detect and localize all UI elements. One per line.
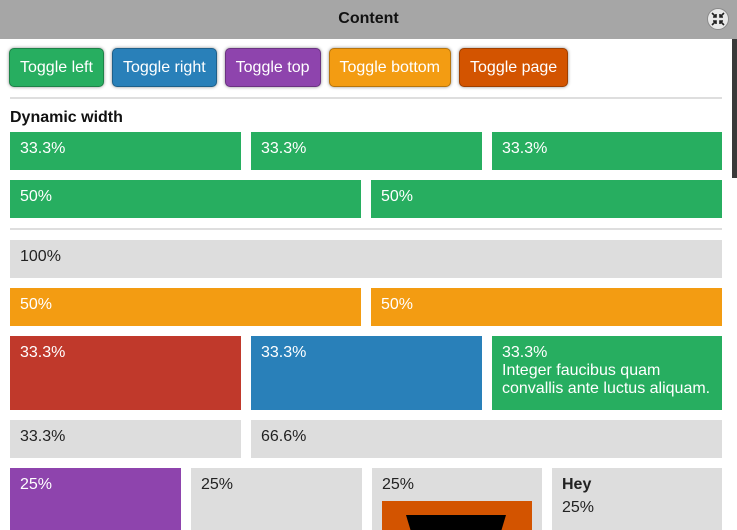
toggle-bottom-button[interactable]: Toggle bottom	[328, 48, 452, 87]
grid-cell-quarter: 25%	[372, 468, 542, 530]
grid-cell-quarter: 25%	[10, 468, 181, 530]
grid-cell-third: 33.3% Integer faucibus quam convallis an…	[492, 336, 722, 410]
grid-cell-half: 50%	[371, 288, 722, 326]
grid-cell-third: 33.3%	[10, 420, 241, 458]
divider	[10, 228, 722, 230]
divider	[10, 97, 722, 99]
dynamic-cell: 50%	[10, 180, 361, 218]
image-placeholder	[382, 501, 532, 530]
cell-label: 25%	[201, 476, 234, 493]
toggle-page-button[interactable]: Toggle page	[459, 48, 569, 87]
cell-text: Integer faucibus quam convallis ante luc…	[502, 362, 711, 397]
grid-cell-two-thirds: 66.6%	[251, 420, 722, 458]
window-title: Content	[338, 10, 399, 27]
cell-label: 33.3%	[502, 344, 548, 361]
cell-label: 33.3%	[261, 344, 307, 361]
toggle-left-button[interactable]: Toggle left	[9, 48, 104, 87]
dynamic-width-title: Dynamic width	[10, 109, 123, 126]
toggle-top-button[interactable]: Toggle top	[224, 48, 321, 87]
cell-label: 25%	[562, 499, 595, 516]
toggle-button-row: Toggle left Toggle right Toggle top Togg…	[9, 48, 569, 87]
grid-cell-quarter: 25%	[191, 468, 362, 530]
grid-cell-third: 33.3%	[251, 336, 482, 410]
content-area: Toggle left Toggle right Toggle top Togg…	[0, 39, 732, 530]
cell-label: 25%	[382, 476, 415, 493]
grid-cell-full: 100%	[10, 240, 722, 278]
toggle-right-button[interactable]: Toggle right	[111, 48, 217, 87]
cell-label: 25%	[20, 476, 53, 493]
dynamic-cell: 33.3%	[10, 132, 241, 170]
image-shape	[406, 515, 506, 530]
collapse-arrows-icon[interactable]	[707, 8, 729, 30]
window-titlebar: Content	[0, 0, 737, 39]
scrollbar[interactable]	[732, 39, 737, 178]
dynamic-cell: 50%	[371, 180, 722, 218]
grid-cell-half: 50%	[10, 288, 361, 326]
grid-cell-quarter: Hey 25%	[552, 468, 722, 530]
cell-label: 33.3%	[20, 344, 66, 361]
grid-cell-third: 33.3%	[10, 336, 241, 410]
dynamic-cell: 33.3%	[251, 132, 482, 170]
dynamic-cell: 33.3%	[492, 132, 722, 170]
cell-heading: Hey	[562, 476, 592, 493]
